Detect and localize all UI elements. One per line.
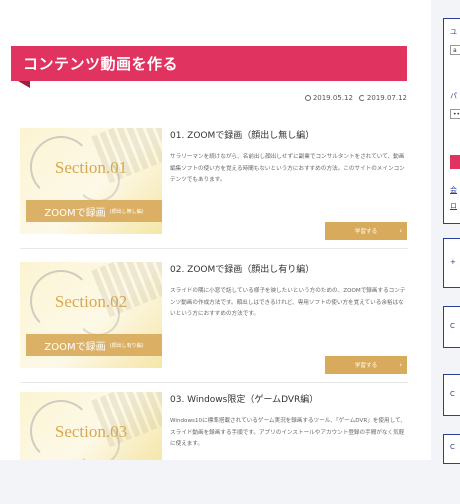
- learn-button[interactable]: 学習する ›: [325, 356, 407, 374]
- published-date: 2019.05.12: [304, 94, 353, 102]
- post-dates: 2019.05.12 2019.07.12: [304, 94, 407, 102]
- lesson-card[interactable]: Section.02 ZOOMで録画 (顔出し有り編) 02. ZOOMで録画（…: [20, 262, 408, 374]
- page-title: コンテンツ動画を作る: [11, 46, 407, 81]
- title-ribbon-fold: [18, 81, 30, 88]
- card-divider: [20, 248, 408, 249]
- card-description: サラリーマンを続けながら、名前出し顔出しせずに副業でコンサルタントをされていて、…: [170, 154, 405, 183]
- main-content: コンテンツ動画を作る 2019.05.12 2019.07.12 Section…: [0, 0, 431, 460]
- thumbnail-caption-main: ZOOMで録画: [44, 207, 106, 219]
- login-widget: ユ a パ •• 会 ロ: [443, 18, 460, 224]
- lesson-card[interactable]: Section.03 03. Windows限定（ゲームDVR編） Window…: [20, 392, 408, 504]
- sidebar-widget-label: C: [450, 443, 455, 451]
- chevron-right-icon: ›: [399, 361, 402, 369]
- sidebar-widget[interactable]: C: [443, 306, 460, 348]
- updated-date-text: 2019.07.12: [366, 94, 407, 102]
- sidebar-widget[interactable]: C: [443, 374, 460, 416]
- thumbnail-section-label: Section.01: [54, 158, 128, 177]
- username-label: ユ: [450, 28, 457, 36]
- learn-button[interactable]: 学習する ›: [325, 222, 407, 240]
- register-link[interactable]: 会: [450, 185, 457, 195]
- lost-password-link[interactable]: ロ: [450, 201, 457, 211]
- thumbnail-caption-main: ZOOMで録画: [44, 341, 106, 353]
- thumbnail-caption: ZOOMで録画 (顔出し有り編): [26, 334, 162, 356]
- card-description: スライドの隅に小窓で話している様子を映したいという方のための、ZOOMで録画する…: [170, 288, 406, 317]
- card-title[interactable]: 01. ZOOMで録画（顔出し無し編）: [170, 128, 314, 141]
- card-description: Windows10に標準搭載されているゲーム実況を録画するツール、「ゲームDVR…: [170, 418, 406, 447]
- sidebar-widget-label: C: [450, 390, 455, 398]
- sidebar-widget-label: +: [450, 258, 456, 266]
- username-input[interactable]: a: [450, 45, 460, 55]
- clock-icon: [304, 95, 311, 101]
- password-label: パ: [450, 92, 457, 100]
- refresh-icon: [358, 95, 365, 101]
- learn-button-label: 学習する: [354, 229, 378, 235]
- thumbnail-section-label: Section.03: [54, 422, 128, 441]
- chevron-right-icon: ›: [399, 227, 402, 235]
- thumbnail-section-label: Section.02: [54, 292, 128, 311]
- published-date-text: 2019.05.12: [312, 94, 353, 102]
- login-button[interactable]: [450, 155, 460, 169]
- card-thumbnail[interactable]: Section.03: [20, 392, 162, 460]
- password-input[interactable]: ••: [450, 109, 460, 119]
- card-title[interactable]: 02. ZOOMで録画（顔出し有り編）: [170, 262, 314, 275]
- card-title[interactable]: 03. Windows限定（ゲームDVR編）: [170, 392, 318, 405]
- thumbnail-caption-sub: (顔出し無し編): [109, 208, 144, 215]
- card-thumbnail[interactable]: Section.02 ZOOMで録画 (顔出し有り編): [20, 262, 162, 368]
- card-divider: [20, 382, 408, 383]
- sidebar-widget[interactable]: +: [443, 238, 460, 288]
- lesson-card[interactable]: Section.01 ZOOMで録画 (顔出し無し編) 01. ZOOMで録画（…: [20, 128, 408, 240]
- thumbnail-caption: ZOOMで録画 (顔出し無し編): [26, 200, 162, 222]
- card-thumbnail[interactable]: Section.01 ZOOMで録画 (顔出し無し編): [20, 128, 162, 234]
- learn-button-label: 学習する: [354, 363, 378, 369]
- updated-date: 2019.07.12: [358, 94, 407, 102]
- sidebar-widget-label: C: [450, 322, 455, 330]
- thumbnail-caption-sub: (顔出し有り編): [109, 342, 144, 349]
